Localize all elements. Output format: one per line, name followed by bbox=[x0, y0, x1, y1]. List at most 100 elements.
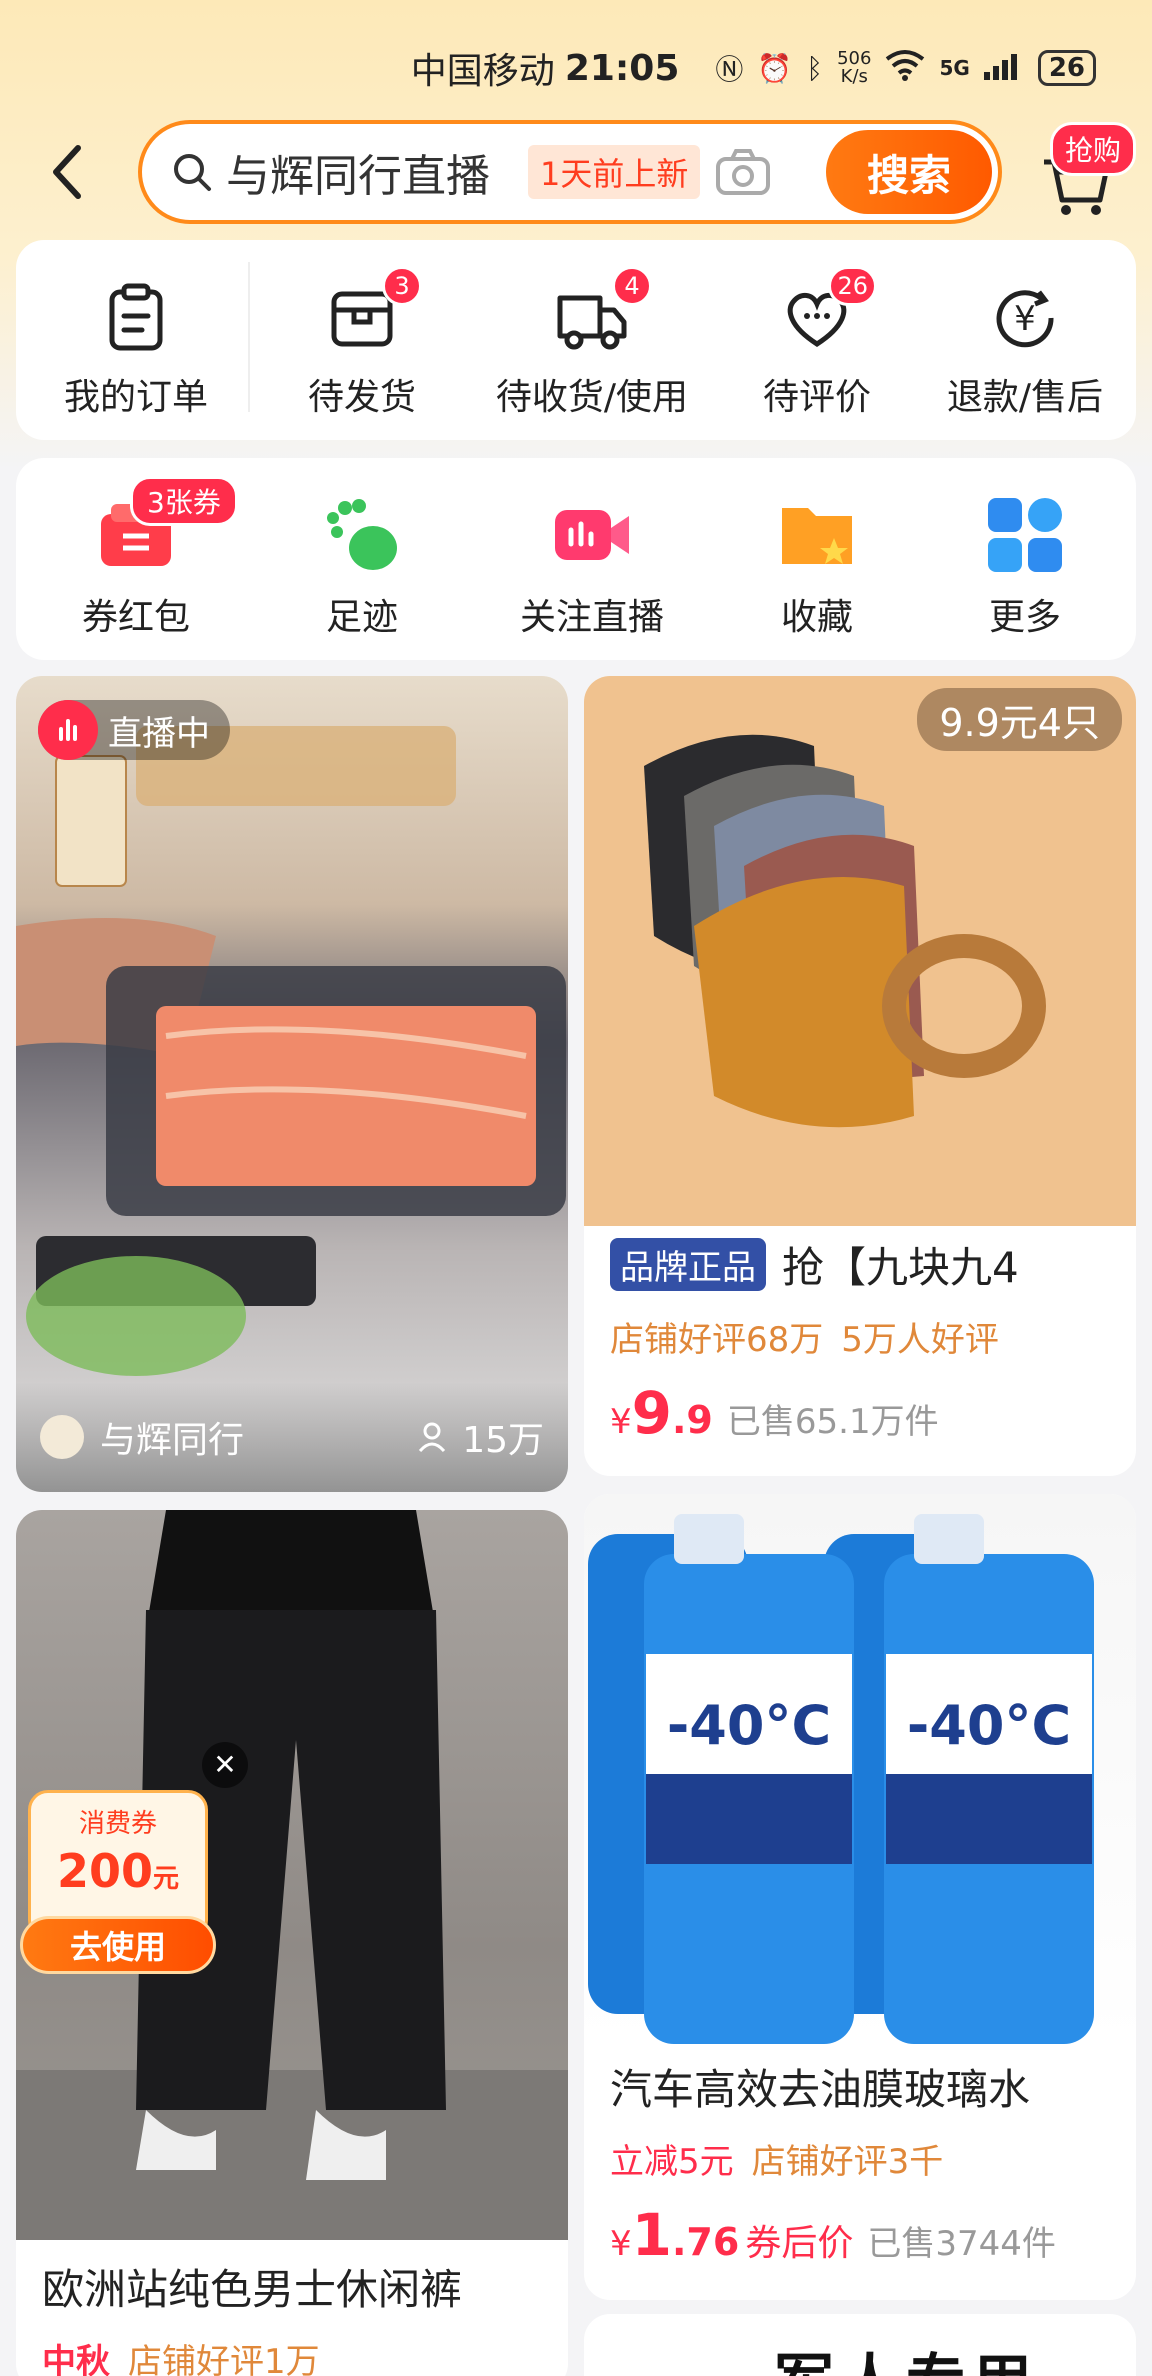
live-stream-card[interactable]: 直播中 与辉同行 15万 bbox=[16, 676, 568, 1492]
to-receive-label: 待收货/使用 bbox=[495, 377, 689, 418]
price-row: ¥ 9 .9 已售65.1万件 bbox=[610, 1379, 1110, 1447]
divider bbox=[248, 262, 250, 412]
masks-product-image bbox=[584, 676, 1136, 1226]
new-arrival-tag: 1天前上新 bbox=[528, 145, 701, 199]
followed-live-label: 关注直播 bbox=[519, 597, 664, 638]
live-bars-icon bbox=[38, 700, 98, 760]
product-banner-text: 军人专用 bbox=[774, 2334, 1038, 2376]
nfc-icon: Ⓝ bbox=[715, 53, 744, 86]
sold-count: 已售65.1万件 bbox=[726, 1402, 939, 1442]
to-ship-button[interactable]: 3 待发货 bbox=[252, 240, 472, 440]
more-grid-icon bbox=[984, 494, 1066, 576]
review-icon: 26 bbox=[779, 266, 877, 356]
wifi-icon bbox=[885, 49, 925, 88]
to-ship-label: 待发货 bbox=[307, 377, 416, 418]
status-icons: Ⓝ ⏰ ᛒ 506 K/s 5G 26 bbox=[715, 48, 1096, 88]
more-label: 更多 bbox=[988, 597, 1061, 638]
alarm-icon: ⏰ bbox=[757, 51, 793, 85]
host-name: 与辉同行 bbox=[100, 1420, 245, 1461]
footprint-button[interactable]: 足迹 bbox=[252, 458, 472, 660]
net-speed: 506 K/s bbox=[837, 48, 872, 87]
search-icon bbox=[174, 154, 211, 191]
favorites-label: 收藏 bbox=[780, 597, 853, 638]
to-ship-badge: 3 bbox=[382, 266, 422, 306]
live-stream-thumbnail bbox=[16, 676, 568, 1492]
back-button[interactable] bbox=[42, 140, 98, 204]
currency-symbol: ¥ bbox=[610, 2224, 632, 2264]
masks-product-info: 品牌正品 抢【九块九4 店铺好评68万 5万人好评 ¥ 9 .9 已售65.1万件 bbox=[584, 1236, 1136, 1447]
pants-product-info: 欧洲站纯色男士休闲裤 中秋 店铺好评1万 bbox=[16, 2258, 568, 2376]
product-card-pants[interactable]: 消费券 200元 去使用 ✕ 欧洲站纯色男士休闲裤 中秋 店铺好评1万 bbox=[16, 1510, 568, 2376]
search-input[interactable] bbox=[226, 146, 516, 198]
orders-label: 我的订单 bbox=[63, 377, 208, 418]
to-review-button[interactable]: 26 待评价 bbox=[712, 240, 922, 440]
coupon-title: 消费券 bbox=[78, 1809, 157, 1839]
favorite-folder-icon bbox=[776, 494, 858, 576]
svg-text:-40°C: -40°C bbox=[667, 1694, 831, 1757]
live-status-text: 直播中 bbox=[108, 713, 210, 754]
close-coupon-icon[interactable]: ✕ bbox=[202, 1742, 248, 1788]
review-row: 店铺好评68万 5万人好评 bbox=[610, 1312, 1110, 1361]
live-camera-icon bbox=[551, 494, 633, 576]
clock: 21:05 bbox=[564, 47, 680, 89]
cart-badge: 抢购 bbox=[1050, 122, 1137, 176]
product-title-row: 品牌正品 抢【九块九4 bbox=[610, 1236, 1110, 1292]
carrier-name: 中国移动 bbox=[410, 51, 555, 92]
svg-text:-40°C: -40°C bbox=[907, 1694, 1071, 1757]
review-row: 中秋 店铺好评1万 bbox=[42, 2334, 542, 2376]
favorites-button[interactable]: 收藏 bbox=[712, 458, 922, 660]
price-row: ¥ 1 .76 券后价 已售3744件 bbox=[610, 2201, 1110, 2269]
after-coupon-label: 券后价 bbox=[745, 2223, 854, 2264]
shop-reviews: 店铺好评68万 bbox=[610, 1320, 824, 1360]
to-review-label: 待评价 bbox=[762, 377, 871, 418]
to-receive-badge: 4 bbox=[612, 266, 652, 306]
viewers-icon bbox=[419, 1422, 446, 1453]
refund-icon: ¥ bbox=[987, 280, 1063, 356]
coupons-label: 券红包 bbox=[81, 597, 190, 638]
use-coupon-button[interactable]: 去使用 bbox=[20, 1916, 216, 1974]
to-receive-button[interactable]: 4 待收货/使用 bbox=[472, 240, 712, 440]
search-header: 1天前上新 搜索 抢购 bbox=[0, 118, 1152, 228]
promo-row: 立减5元 店铺好评3千 bbox=[610, 2134, 1110, 2183]
status-bar: 中国移动 21:05 Ⓝ ⏰ ᛒ 506 K/s 5G 26 bbox=[0, 30, 1152, 106]
followed-live-button[interactable]: 关注直播 bbox=[472, 458, 712, 660]
coupon-popup: 消费券 200元 去使用 bbox=[16, 1780, 216, 1990]
order-status-card: 我的订单 3 待发货 4 待收货/使用 26 待评价 ¥ 退款/售后 bbox=[16, 240, 1136, 440]
coupon-count-badge: 3张券 bbox=[130, 476, 238, 526]
footprint-label: 足迹 bbox=[325, 597, 398, 638]
glass-water-product-image: -40°C -40°C bbox=[584, 1494, 1136, 2044]
package-icon: 3 bbox=[324, 266, 422, 356]
live-card-footer: 与辉同行 15万 bbox=[16, 1382, 568, 1492]
product-title: 抢【九块九4 bbox=[782, 1242, 1019, 1292]
festival-tag: 中秋 bbox=[42, 2342, 110, 2376]
brand-authentic-tag: 品牌正品 bbox=[610, 1237, 766, 1291]
product-title: 欧洲站纯色男士休闲裤 bbox=[42, 2264, 463, 2314]
instant-discount: 立减5元 bbox=[610, 2142, 734, 2182]
product-card-masks[interactable]: 9.9元4只 品牌正品 抢【九块九4 店铺好评68万 5万人好评 ¥ 9 .9 已… bbox=[584, 676, 1136, 1476]
tools-card: 券红包 3张券 足迹 关注直播 收藏 更多 bbox=[16, 458, 1136, 660]
bluetooth-icon: ᛒ bbox=[806, 51, 824, 85]
truck-icon: 4 bbox=[554, 266, 652, 356]
price-integer: 1 bbox=[631, 2201, 672, 2269]
glass-water-product-info: 汽车高效去油膜玻璃水 立减5元 店铺好评3千 ¥ 1 .76 券后价 已售3744… bbox=[584, 2058, 1136, 2270]
search-bar[interactable]: 1天前上新 搜索 bbox=[138, 120, 1002, 224]
coupon-value: 200元 bbox=[56, 1844, 180, 1898]
shop-reviews: 店铺好评1万 bbox=[128, 2342, 320, 2376]
shop-reviews: 店铺好评3千 bbox=[751, 2142, 944, 2182]
svg-text:¥: ¥ bbox=[1014, 299, 1036, 339]
price-decimal: .9 bbox=[672, 1398, 713, 1442]
battery-indicator: 26 bbox=[1037, 50, 1096, 86]
my-orders-button[interactable]: 我的订单 bbox=[24, 240, 248, 440]
price-decimal: .76 bbox=[672, 2220, 740, 2264]
salmon-package-image bbox=[16, 726, 566, 1376]
product-card-glass-water[interactable]: -40°C -40°C 汽车高效去油膜玻璃水 立减5元 店铺好评3千 ¥ 1 .7… bbox=[584, 1494, 1136, 2300]
product-card-partial[interactable]: 军人专用 bbox=[584, 2314, 1136, 2376]
refund-button[interactable]: ¥ 退款/售后 bbox=[922, 240, 1128, 440]
camera-icon[interactable] bbox=[714, 147, 772, 197]
search-button[interactable]: 搜索 bbox=[826, 130, 992, 214]
product-title: 汽车高效去油膜玻璃水 bbox=[610, 2064, 1031, 2114]
network-type: 5G bbox=[939, 56, 970, 80]
price-integer: 9 bbox=[631, 1379, 672, 1447]
to-review-badge: 26 bbox=[828, 266, 877, 306]
more-button[interactable]: 更多 bbox=[922, 458, 1128, 660]
